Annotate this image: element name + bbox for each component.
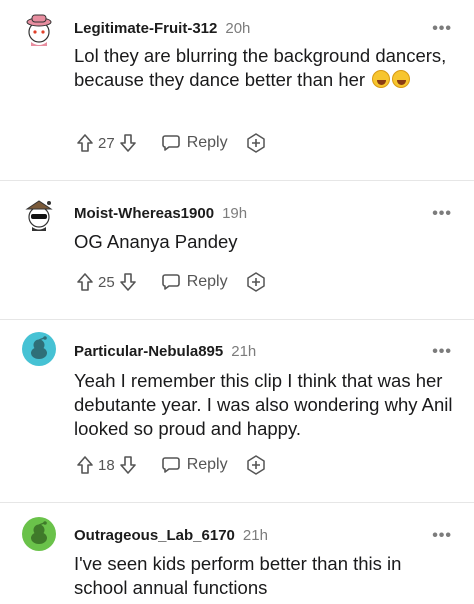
comment-header: Moist-Whereas1900 19h: [74, 205, 247, 222]
comment-body: I've seen kids perform better than this …: [74, 553, 402, 598]
vote-group: 25: [76, 272, 137, 292]
more-options-icon[interactable]: •••: [432, 527, 452, 545]
upvote-icon[interactable]: [76, 272, 94, 292]
username[interactable]: Particular-Nebula895: [74, 343, 223, 360]
avatar[interactable]: [22, 517, 56, 551]
avatar[interactable]: [22, 332, 56, 366]
timestamp: 20h: [225, 20, 251, 37]
downvote-icon[interactable]: [119, 455, 137, 475]
comment-body: Yeah I remember this clip I think that w…: [74, 370, 453, 439]
comment-text: I've seen kids perform better than this …: [74, 552, 454, 600]
comment-header: Particular-Nebula895 21h: [74, 343, 256, 360]
award-button[interactable]: [246, 272, 266, 292]
comment-text: OG Ananya Pandey: [74, 230, 454, 254]
comment-actions: 18 Reply: [76, 454, 266, 476]
downvote-icon[interactable]: [119, 133, 137, 153]
comment-text: Lol they are blurring the background dan…: [74, 44, 454, 92]
username[interactable]: Legitimate-Fruit-312: [74, 20, 217, 37]
reply-icon: [161, 457, 180, 473]
reply-label: Reply: [186, 273, 228, 290]
reply-icon: [161, 274, 180, 290]
vote-count: 27: [98, 134, 115, 152]
timestamp: 19h: [222, 205, 248, 222]
username[interactable]: Moist-Whereas1900: [74, 205, 214, 222]
upvote-icon[interactable]: [76, 455, 94, 475]
comment: Outrageous_Lab_6170 21h ••• I've seen ki…: [0, 503, 474, 604]
more-options-icon[interactable]: •••: [432, 343, 452, 361]
award-icon: [246, 272, 265, 292]
comment-header: Legitimate-Fruit-312 20h: [74, 20, 250, 37]
upvote-icon[interactable]: [76, 133, 94, 153]
rolling-on-floor-laughing-emoji: [392, 70, 411, 88]
vote-count: 25: [98, 273, 115, 291]
award-icon: [246, 455, 265, 475]
downvote-icon[interactable]: [119, 272, 137, 292]
comment: Moist-Whereas1900 19h ••• OG Ananya Pand…: [0, 181, 474, 319]
vote-group: 18: [76, 455, 137, 475]
reply-label: Reply: [186, 456, 228, 473]
comment-body: OG Ananya Pandey: [74, 231, 238, 252]
username[interactable]: Outrageous_Lab_6170: [74, 527, 235, 544]
comment-header: Outrageous_Lab_6170 21h: [74, 527, 268, 544]
comment-actions: 25 Reply: [76, 271, 266, 293]
reply-icon: [161, 135, 180, 151]
award-button[interactable]: [246, 133, 266, 153]
comment: Particular-Nebula895 21h ••• Yeah I reme…: [0, 320, 474, 502]
avatar[interactable]: [22, 12, 56, 46]
timestamp: 21h: [242, 527, 268, 544]
comment-text: Yeah I remember this clip I think that w…: [74, 369, 454, 441]
award-button[interactable]: [246, 455, 266, 475]
reply-button[interactable]: Reply: [161, 273, 228, 291]
avatar[interactable]: [22, 197, 56, 231]
vote-group: 27: [76, 133, 137, 153]
comment-actions: 27 Reply: [76, 132, 266, 154]
rolling-on-floor-laughing-emoji: [372, 70, 391, 88]
more-options-icon[interactable]: •••: [432, 20, 452, 38]
comment-body: Lol they are blurring the background dan…: [74, 45, 447, 90]
reply-button[interactable]: Reply: [161, 456, 228, 474]
reply-label: Reply: [186, 134, 228, 151]
reply-button[interactable]: Reply: [161, 134, 228, 152]
timestamp: 21h: [231, 343, 257, 360]
comment: Legitimate-Fruit-312 20h ••• Lol they ar…: [0, 0, 474, 180]
more-options-icon[interactable]: •••: [432, 205, 452, 223]
award-icon: [246, 133, 265, 153]
vote-count: 18: [98, 456, 115, 474]
